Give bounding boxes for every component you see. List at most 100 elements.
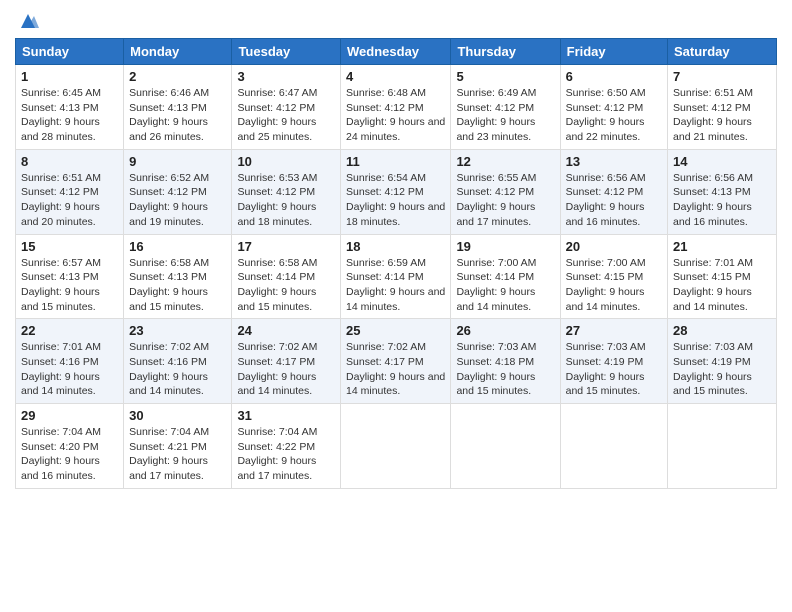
day-info: Sunrise: 7:00 AM Sunset: 4:14 PM Dayligh… xyxy=(456,256,554,315)
calendar-cell: 10 Sunrise: 6:53 AM Sunset: 4:12 PM Dayl… xyxy=(232,149,341,234)
daylight-label: Daylight: 9 hours and 22 minutes. xyxy=(566,116,645,143)
day-info: Sunrise: 6:59 AM Sunset: 4:14 PM Dayligh… xyxy=(346,256,445,315)
sunset-label: Sunset: 4:13 PM xyxy=(129,102,207,114)
daylight-label: Daylight: 9 hours and 15 minutes. xyxy=(21,286,100,313)
day-info: Sunrise: 7:03 AM Sunset: 4:19 PM Dayligh… xyxy=(673,340,771,399)
day-number: 2 xyxy=(129,69,226,84)
day-number: 10 xyxy=(237,154,335,169)
calendar-cell: 9 Sunrise: 6:52 AM Sunset: 4:12 PM Dayli… xyxy=(124,149,232,234)
sunrise-label: Sunrise: 6:56 AM xyxy=(566,172,646,184)
calendar-cell: 19 Sunrise: 7:00 AM Sunset: 4:14 PM Dayl… xyxy=(451,234,560,319)
day-of-week-header: Thursday xyxy=(451,39,560,65)
daylight-label: Daylight: 9 hours and 14 minutes. xyxy=(456,286,535,313)
day-of-week-header: Wednesday xyxy=(341,39,451,65)
day-of-week-header: Sunday xyxy=(16,39,124,65)
sunrise-label: Sunrise: 7:02 AM xyxy=(346,341,426,353)
sunset-label: Sunset: 4:14 PM xyxy=(346,271,424,283)
daylight-label: Daylight: 9 hours and 15 minutes. xyxy=(566,371,645,398)
calendar-cell: 23 Sunrise: 7:02 AM Sunset: 4:16 PM Dayl… xyxy=(124,319,232,404)
calendar-week-row: 15 Sunrise: 6:57 AM Sunset: 4:13 PM Dayl… xyxy=(16,234,777,319)
calendar-cell: 22 Sunrise: 7:01 AM Sunset: 4:16 PM Dayl… xyxy=(16,319,124,404)
sunset-label: Sunset: 4:12 PM xyxy=(346,102,424,114)
daylight-label: Daylight: 9 hours and 17 minutes. xyxy=(456,201,535,228)
day-number: 17 xyxy=(237,239,335,254)
sunset-label: Sunset: 4:12 PM xyxy=(456,186,534,198)
day-number: 31 xyxy=(237,408,335,423)
day-info: Sunrise: 7:01 AM Sunset: 4:16 PM Dayligh… xyxy=(21,340,118,399)
calendar-cell xyxy=(451,404,560,489)
daylight-label: Daylight: 9 hours and 14 minutes. xyxy=(566,286,645,313)
sunset-label: Sunset: 4:13 PM xyxy=(21,102,99,114)
daylight-label: Daylight: 9 hours and 23 minutes. xyxy=(456,116,535,143)
sunrise-label: Sunrise: 6:55 AM xyxy=(456,172,536,184)
sunrise-label: Sunrise: 6:53 AM xyxy=(237,172,317,184)
sunset-label: Sunset: 4:17 PM xyxy=(346,356,424,368)
sunrise-label: Sunrise: 7:01 AM xyxy=(21,341,101,353)
sunrise-label: Sunrise: 6:58 AM xyxy=(237,257,317,269)
calendar-cell: 5 Sunrise: 6:49 AM Sunset: 4:12 PM Dayli… xyxy=(451,65,560,150)
sunrise-label: Sunrise: 7:02 AM xyxy=(237,341,317,353)
calendar-cell: 13 Sunrise: 6:56 AM Sunset: 4:12 PM Dayl… xyxy=(560,149,667,234)
daylight-label: Daylight: 9 hours and 16 minutes. xyxy=(21,455,100,482)
calendar-cell xyxy=(341,404,451,489)
sunset-label: Sunset: 4:12 PM xyxy=(129,186,207,198)
calendar-week-row: 22 Sunrise: 7:01 AM Sunset: 4:16 PM Dayl… xyxy=(16,319,777,404)
sunrise-label: Sunrise: 7:02 AM xyxy=(129,341,209,353)
header xyxy=(15,10,777,32)
day-info: Sunrise: 7:04 AM Sunset: 4:21 PM Dayligh… xyxy=(129,425,226,484)
calendar-cell: 3 Sunrise: 6:47 AM Sunset: 4:12 PM Dayli… xyxy=(232,65,341,150)
sunset-label: Sunset: 4:15 PM xyxy=(673,271,751,283)
day-number: 24 xyxy=(237,323,335,338)
sunrise-label: Sunrise: 7:03 AM xyxy=(673,341,753,353)
day-number: 5 xyxy=(456,69,554,84)
day-info: Sunrise: 6:58 AM Sunset: 4:14 PM Dayligh… xyxy=(237,256,335,315)
day-info: Sunrise: 6:45 AM Sunset: 4:13 PM Dayligh… xyxy=(21,86,118,145)
day-info: Sunrise: 6:47 AM Sunset: 4:12 PM Dayligh… xyxy=(237,86,335,145)
day-of-week-header: Friday xyxy=(560,39,667,65)
calendar-cell: 15 Sunrise: 6:57 AM Sunset: 4:13 PM Dayl… xyxy=(16,234,124,319)
calendar-cell: 4 Sunrise: 6:48 AM Sunset: 4:12 PM Dayli… xyxy=(341,65,451,150)
sunset-label: Sunset: 4:14 PM xyxy=(456,271,534,283)
day-number: 19 xyxy=(456,239,554,254)
calendar-cell: 25 Sunrise: 7:02 AM Sunset: 4:17 PM Dayl… xyxy=(341,319,451,404)
sunrise-label: Sunrise: 7:00 AM xyxy=(456,257,536,269)
calendar-cell: 30 Sunrise: 7:04 AM Sunset: 4:21 PM Dayl… xyxy=(124,404,232,489)
calendar-cell: 24 Sunrise: 7:02 AM Sunset: 4:17 PM Dayl… xyxy=(232,319,341,404)
calendar-cell: 6 Sunrise: 6:50 AM Sunset: 4:12 PM Dayli… xyxy=(560,65,667,150)
sunset-label: Sunset: 4:14 PM xyxy=(237,271,315,283)
sunset-label: Sunset: 4:19 PM xyxy=(566,356,644,368)
sunset-label: Sunset: 4:12 PM xyxy=(566,102,644,114)
day-info: Sunrise: 6:53 AM Sunset: 4:12 PM Dayligh… xyxy=(237,171,335,230)
day-number: 7 xyxy=(673,69,771,84)
sunset-label: Sunset: 4:12 PM xyxy=(237,102,315,114)
day-number: 3 xyxy=(237,69,335,84)
calendar-cell: 2 Sunrise: 6:46 AM Sunset: 4:13 PM Dayli… xyxy=(124,65,232,150)
sunset-label: Sunset: 4:18 PM xyxy=(456,356,534,368)
sunset-label: Sunset: 4:21 PM xyxy=(129,441,207,453)
calendar-cell: 29 Sunrise: 7:04 AM Sunset: 4:20 PM Dayl… xyxy=(16,404,124,489)
day-info: Sunrise: 6:52 AM Sunset: 4:12 PM Dayligh… xyxy=(129,171,226,230)
daylight-label: Daylight: 9 hours and 28 minutes. xyxy=(21,116,100,143)
sunset-label: Sunset: 4:22 PM xyxy=(237,441,315,453)
day-info: Sunrise: 6:56 AM Sunset: 4:13 PM Dayligh… xyxy=(673,171,771,230)
calendar-cell: 11 Sunrise: 6:54 AM Sunset: 4:12 PM Dayl… xyxy=(341,149,451,234)
daylight-label: Daylight: 9 hours and 16 minutes. xyxy=(566,201,645,228)
calendar-cell: 20 Sunrise: 7:00 AM Sunset: 4:15 PM Dayl… xyxy=(560,234,667,319)
daylight-label: Daylight: 9 hours and 15 minutes. xyxy=(129,286,208,313)
day-info: Sunrise: 7:04 AM Sunset: 4:22 PM Dayligh… xyxy=(237,425,335,484)
day-number: 12 xyxy=(456,154,554,169)
sunset-label: Sunset: 4:16 PM xyxy=(129,356,207,368)
day-number: 15 xyxy=(21,239,118,254)
day-info: Sunrise: 6:46 AM Sunset: 4:13 PM Dayligh… xyxy=(129,86,226,145)
daylight-label: Daylight: 9 hours and 20 minutes. xyxy=(21,201,100,228)
day-info: Sunrise: 7:02 AM Sunset: 4:17 PM Dayligh… xyxy=(237,340,335,399)
daylight-label: Daylight: 9 hours and 14 minutes. xyxy=(129,371,208,398)
sunrise-label: Sunrise: 7:00 AM xyxy=(566,257,646,269)
day-number: 4 xyxy=(346,69,445,84)
day-info: Sunrise: 7:03 AM Sunset: 4:18 PM Dayligh… xyxy=(456,340,554,399)
day-number: 22 xyxy=(21,323,118,338)
sunrise-label: Sunrise: 6:45 AM xyxy=(21,87,101,99)
day-number: 26 xyxy=(456,323,554,338)
calendar-table: SundayMondayTuesdayWednesdayThursdayFrid… xyxy=(15,38,777,489)
daylight-label: Daylight: 9 hours and 14 minutes. xyxy=(346,286,445,313)
